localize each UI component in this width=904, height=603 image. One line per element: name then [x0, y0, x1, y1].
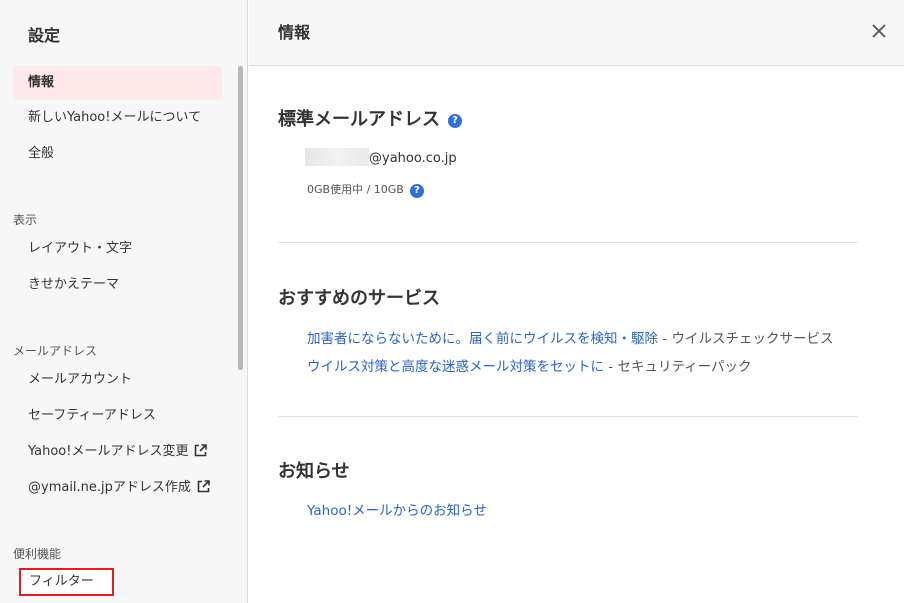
sidebar-item-change-address[interactable]: Yahoo!メールアドレス変更: [13, 435, 222, 469]
security-pack-link[interactable]: ウイルス対策と高度な迷惑メール対策をセットに: [307, 359, 604, 375]
sidebar-section-utilities: 便利機能: [13, 547, 62, 561]
mail-news-link[interactable]: Yahoo!メールからのお知らせ: [307, 503, 487, 519]
quota-text: 0GB使用中 / 10GB: [307, 183, 404, 196]
sidebar-section-mail-address: メールアドレス: [13, 344, 98, 358]
sidebar-item-general[interactable]: 全般: [13, 137, 222, 171]
sidebar-section-display: 表示: [13, 213, 38, 227]
news-section-heading: お知らせ: [278, 461, 350, 482]
sidebar-item-label: Yahoo!メールアドレス変更: [28, 444, 189, 459]
sidebar-item-safety-address[interactable]: セーフティーアドレス: [13, 399, 222, 433]
sidebar-scrollbar[interactable]: [238, 66, 243, 370]
sidebar-title: 設定: [28, 26, 61, 45]
settings-sidebar: 設定 情報 新しいYahoo!メールについて 全般 表示 レイアウト・文字 きせ…: [0, 0, 248, 603]
external-link-icon: [197, 480, 210, 493]
service-name: - セキュリティーパック: [604, 359, 752, 375]
email-address: @yahoo.co.jp: [305, 148, 457, 168]
panel-header: 情報: [249, 0, 904, 66]
close-icon: [872, 24, 886, 38]
section-divider: [278, 416, 858, 417]
sidebar-item-label: @ymail.ne.jpアドレス作成: [28, 480, 191, 495]
service-item: 加害者にならないために。届く前にウイルスを検知・駆除 - ウイルスチェックサービ…: [307, 327, 833, 347]
storage-quota: 0GB使用中 / 10GB?: [307, 181, 424, 198]
service-item: ウイルス対策と高度な迷惑メール対策をセットに - セキュリティーパック: [307, 355, 752, 375]
email-domain: @yahoo.co.jp: [369, 151, 457, 166]
sidebar-item-theme[interactable]: きせかえテーマ: [13, 268, 222, 302]
section-divider: [278, 242, 858, 243]
help-icon[interactable]: ?: [409, 184, 424, 198]
masked-username: [305, 148, 369, 166]
sidebar-item-filter[interactable]: フィルター: [19, 568, 114, 596]
service-name: - ウイルスチェックサービス: [658, 331, 834, 347]
news-item: Yahoo!メールからのお知らせ: [307, 499, 487, 519]
external-link-icon: [195, 444, 208, 457]
sidebar-item-mail-account[interactable]: メールアカウント: [13, 363, 222, 397]
virus-check-link[interactable]: 加害者にならないために。届く前にウイルスを検知・駆除: [307, 331, 658, 347]
sidebar-item-ymail-address[interactable]: @ymail.ne.jpアドレス作成: [13, 471, 222, 505]
close-button[interactable]: [868, 20, 890, 42]
sidebar-item-new-yahoo-mail[interactable]: 新しいYahoo!メールについて: [13, 101, 222, 135]
help-icon[interactable]: ?: [448, 114, 462, 128]
address-heading-text: 標準メールアドレス: [278, 109, 440, 130]
page-title: 情報: [278, 23, 311, 42]
sidebar-item-info[interactable]: 情報: [13, 66, 222, 100]
info-panel: 情報 標準メールアドレス? @yahoo.co.jp 0GB使用中 / 10GB…: [249, 0, 904, 603]
address-section-heading: 標準メールアドレス?: [278, 105, 462, 131]
sidebar-item-layout-font[interactable]: レイアウト・文字: [13, 232, 222, 266]
services-section-heading: おすすめのサービス: [278, 288, 440, 309]
